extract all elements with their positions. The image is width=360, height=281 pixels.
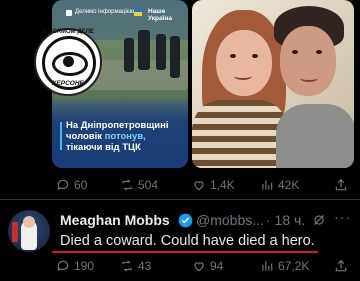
author-name[interactable]: Meaghan Mobbs bbox=[60, 212, 170, 228]
avatar-head bbox=[23, 216, 35, 228]
post-divider bbox=[0, 199, 360, 200]
reply-icon bbox=[57, 179, 69, 191]
repost-button[interactable]: 43 bbox=[120, 257, 151, 275]
like-count: 1,4K bbox=[210, 178, 235, 192]
reply-count: 60 bbox=[74, 178, 88, 192]
figure-person bbox=[170, 36, 180, 78]
eye bbox=[316, 50, 322, 54]
image-topbar: Делимо інформацією Наше Україна bbox=[66, 8, 178, 22]
heart-icon bbox=[194, 181, 204, 191]
eye bbox=[252, 54, 258, 58]
brand-label: Наше Україна bbox=[148, 8, 173, 22]
watermark-stamp-logo: НА САМОМ ДЕЛЕ ХЕРСОНЕ bbox=[34, 28, 102, 96]
repost-icon bbox=[122, 179, 132, 191]
views-button[interactable]: 67,2K bbox=[260, 257, 309, 275]
views-count: 42K bbox=[278, 178, 300, 192]
like-button[interactable]: 1,4K bbox=[192, 176, 235, 194]
pupil bbox=[63, 56, 74, 67]
mouth bbox=[234, 72, 252, 80]
post-media[interactable]: Делимо інформацією Наше Україна На Дніпр… bbox=[52, 0, 354, 170]
like-count: 94 bbox=[210, 259, 224, 273]
eye bbox=[230, 54, 236, 58]
reply-icon bbox=[57, 260, 69, 272]
verified-badge-icon bbox=[178, 213, 193, 228]
caption-highlight: потонув, bbox=[104, 131, 146, 142]
repost-button[interactable]: 504 bbox=[120, 176, 158, 194]
repost-count: 43 bbox=[138, 259, 152, 273]
man-face bbox=[280, 26, 336, 96]
repost-icon bbox=[122, 260, 132, 272]
like-button[interactable]: 94 bbox=[192, 257, 223, 275]
avatar[interactable] bbox=[8, 210, 50, 252]
image-caption: На Дніпропетровщині чоловік потонув, тік… bbox=[60, 120, 184, 153]
woman-face bbox=[216, 30, 272, 96]
eye bbox=[292, 50, 298, 54]
views-button[interactable]: 42K bbox=[260, 176, 299, 194]
couple-photo[interactable] bbox=[192, 0, 354, 168]
reply-post-actions: 190 43 94 67,2K bbox=[56, 257, 356, 275]
author-handle[interactable]: @mobbs... bbox=[196, 212, 264, 228]
ukraine-flag-icon bbox=[134, 8, 142, 16]
man-shirt bbox=[276, 104, 354, 168]
stamp-bottom-text: ХЕРСОНЕ bbox=[52, 80, 84, 87]
share-button[interactable] bbox=[334, 176, 348, 194]
quoted-post-actions: 60 504 1,4K 42K bbox=[56, 176, 356, 194]
share-icon bbox=[335, 259, 347, 272]
post-timestamp[interactable]: · 18 ч. bbox=[266, 212, 305, 228]
figure-person bbox=[138, 30, 150, 70]
more-options-icon[interactable]: ··· bbox=[334, 209, 351, 225]
share-icon bbox=[335, 178, 347, 191]
views-count: 67,2K bbox=[278, 259, 310, 273]
site-logo-icon bbox=[66, 10, 72, 16]
red-underline-annotation bbox=[52, 251, 318, 253]
post-text: Died a coward. Could have died a hero. bbox=[60, 233, 315, 249]
caption-suffix: тікаючи від ТЦК bbox=[66, 142, 141, 153]
reply-count: 190 bbox=[74, 259, 95, 273]
woman-shirt bbox=[192, 100, 288, 168]
grok-icon[interactable] bbox=[312, 213, 326, 227]
reply-button[interactable]: 60 bbox=[56, 176, 87, 194]
mouth bbox=[300, 74, 318, 82]
heart-icon bbox=[194, 262, 204, 272]
figure-person bbox=[156, 34, 166, 70]
repost-count: 504 bbox=[138, 178, 159, 192]
avatar-detail bbox=[12, 222, 18, 242]
share-button[interactable] bbox=[334, 257, 348, 275]
stamp-top-text: НА САМОМ ДЕЛЕ bbox=[42, 29, 94, 35]
reply-button[interactable]: 190 bbox=[56, 257, 94, 275]
caption-accent-bar bbox=[60, 122, 62, 150]
site-label: Делимо інформацією bbox=[75, 9, 135, 15]
figure-person bbox=[124, 38, 134, 72]
views-chart-icon bbox=[262, 261, 273, 271]
views-chart-icon bbox=[262, 180, 273, 190]
